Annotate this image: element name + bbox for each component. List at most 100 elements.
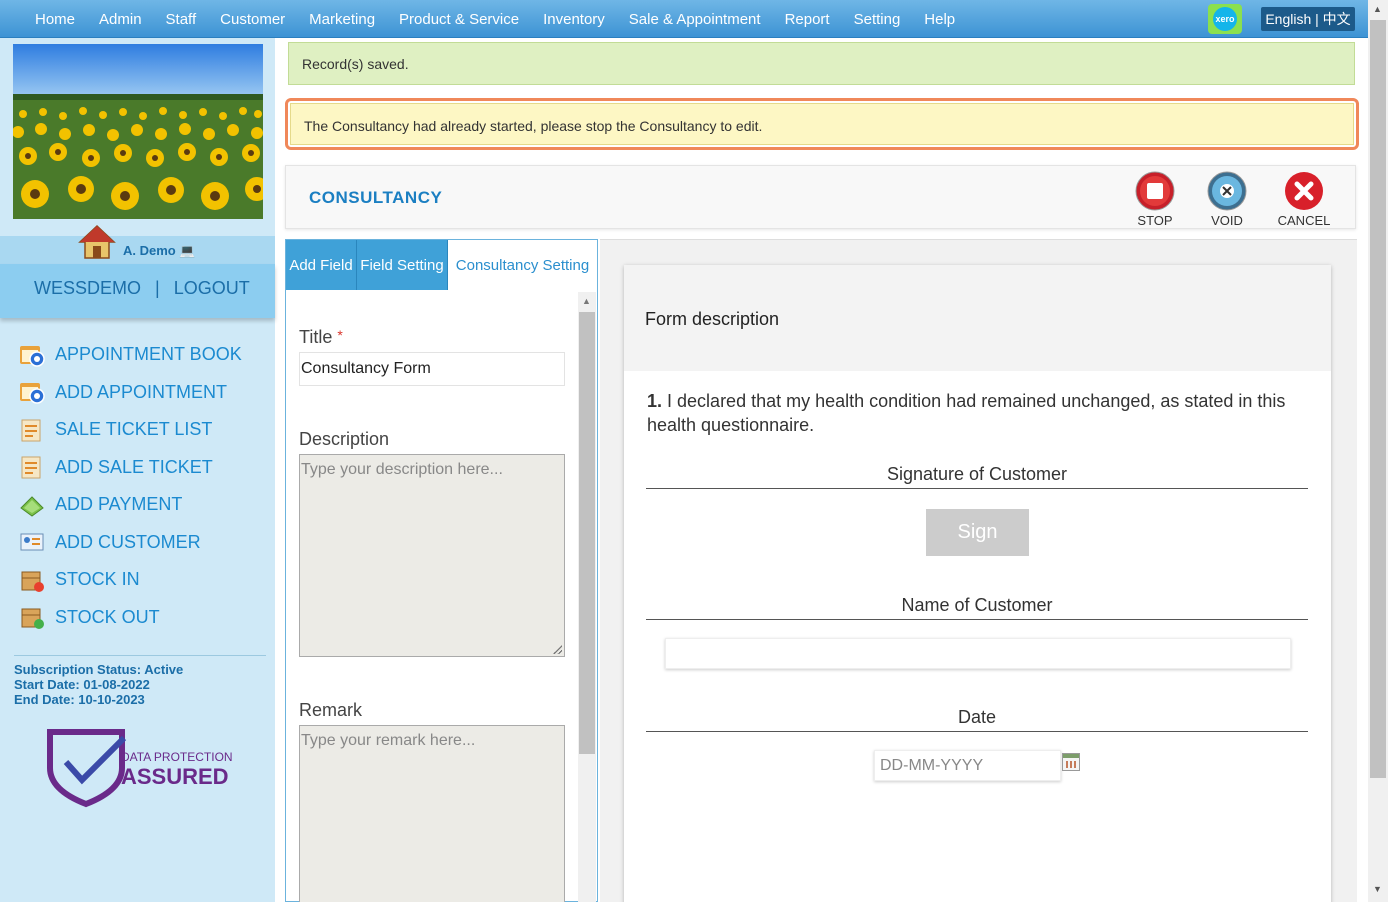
- name-section-title: Name of Customer: [646, 595, 1308, 620]
- remark-textarea[interactable]: Type your remark here...: [299, 725, 565, 902]
- question-number: 1.: [647, 391, 663, 411]
- badge-line1: DATA PROTECTION: [121, 750, 233, 764]
- add-ticket-icon: [18, 454, 46, 480]
- separator: |: [155, 278, 160, 298]
- scroll-down-icon[interactable]: ▼: [1373, 884, 1382, 894]
- ticket-list-icon: [18, 417, 46, 443]
- nav-setting[interactable]: Setting: [842, 11, 913, 28]
- nav-product-service[interactable]: Product & Service: [387, 11, 531, 28]
- laptop-icon: 💻: [175, 243, 196, 258]
- form-description-header: Form description: [624, 265, 1331, 371]
- sidebar-item-label: SALE TICKET LIST: [55, 419, 213, 440]
- void-label: VOID: [1211, 213, 1243, 228]
- scrollbar-thumb[interactable]: [1370, 20, 1386, 778]
- scrollbar-thumb[interactable]: [579, 312, 595, 754]
- warning-alert-text: The Consultancy had already started, ple…: [290, 103, 1354, 145]
- description-placeholder: Type your description here...: [301, 461, 503, 478]
- nav-customer[interactable]: Customer: [208, 11, 297, 28]
- date-input[interactable]: DD-MM-YYYY: [874, 750, 1061, 781]
- form-preview-card: Form description 1. I declared that my h…: [624, 265, 1331, 902]
- subscription-status: Subscription Status: Active: [14, 662, 184, 677]
- sidebar-item-label: STOCK IN: [55, 569, 140, 590]
- sidebar-item-add-customer[interactable]: ADD CUSTOMER: [18, 524, 242, 562]
- calendar-icon[interactable]: [1062, 753, 1080, 771]
- sidebar-item-appointment-book[interactable]: APPOINTMENT BOOK: [18, 336, 242, 374]
- language-switch[interactable]: English | 中文: [1261, 7, 1355, 31]
- remark-placeholder: Type your remark here...: [301, 732, 476, 749]
- main-menu: Home Admin Staff Customer Marketing Prod…: [23, 0, 967, 38]
- payment-icon: [18, 492, 46, 518]
- sidebar-item-label: ADD APPOINTMENT: [55, 381, 228, 402]
- sidebar-item-label: APPOINTMENT BOOK: [55, 344, 242, 365]
- add-appointment-icon: [18, 379, 46, 405]
- stop-button[interactable]: STOP: [1125, 171, 1185, 228]
- sidebar-item-add-payment[interactable]: ADD PAYMENT: [18, 486, 242, 524]
- void-button[interactable]: VOID: [1197, 171, 1257, 228]
- account-link[interactable]: WESSDEMO: [34, 278, 141, 298]
- nav-marketing[interactable]: Marketing: [297, 11, 387, 28]
- stop-label: STOP: [1137, 213, 1173, 228]
- customer-name-input[interactable]: [665, 638, 1291, 669]
- tab-add-field[interactable]: Add Field: [286, 240, 357, 290]
- nav-admin[interactable]: Admin: [87, 11, 154, 28]
- sidebar-item-add-appointment[interactable]: ADD APPOINTMENT: [18, 374, 242, 412]
- sidebar-item-sale-ticket-list[interactable]: SALE TICKET LIST: [18, 411, 242, 449]
- title-input[interactable]: Consultancy Form: [299, 352, 565, 386]
- nav-report[interactable]: Report: [773, 11, 842, 28]
- settings-scrollbar[interactable]: ▲: [578, 292, 596, 902]
- subscription-end: End Date: 10-10-2023: [14, 692, 145, 707]
- user-name: A. Demo 💻: [123, 243, 196, 258]
- signature-section-title: Signature of Customer: [646, 464, 1308, 489]
- title-label: Title *: [299, 327, 343, 347]
- tab-consultancy-setting[interactable]: Consultancy Setting: [448, 240, 597, 290]
- appointment-book-icon: [18, 342, 46, 368]
- page-scrollbar[interactable]: ▲ ▼: [1368, 0, 1388, 902]
- sidebar-item-add-sale-ticket[interactable]: ADD SALE TICKET: [18, 449, 242, 487]
- warning-alert: The Consultancy had already started, ple…: [285, 98, 1359, 150]
- nav-inventory[interactable]: Inventory: [531, 11, 617, 28]
- stop-icon: [1135, 171, 1175, 211]
- top-navigation-bar: Home Admin Staff Customer Marketing Prod…: [0, 0, 1368, 38]
- stock-in-icon: [18, 567, 46, 593]
- page-title: CONSULTANCY: [309, 188, 443, 207]
- sidebar: A. Demo 💻 WESSDEMO | LOGOUT APPOINTMENT …: [0, 38, 275, 902]
- tab-field-setting[interactable]: Field Setting: [357, 240, 448, 290]
- consultancy-header: CONSULTANCY STOP VOID CANCEL: [285, 165, 1356, 229]
- scroll-up-icon[interactable]: ▲: [582, 296, 591, 306]
- data-protection-badge: DATA PROTECTION ASSURED: [46, 728, 236, 808]
- form-description: Form description: [645, 309, 780, 329]
- required-mark: *: [337, 327, 343, 343]
- date-section-title: Date: [646, 707, 1308, 732]
- subscription-start: Start Date: 01-08-2022: [14, 677, 150, 692]
- xero-button[interactable]: xero: [1208, 4, 1242, 34]
- description-textarea[interactable]: Type your description here...: [299, 454, 565, 657]
- sidebar-item-label: ADD SALE TICKET: [55, 456, 213, 477]
- cancel-button[interactable]: CANCEL: [1274, 171, 1334, 228]
- add-customer-icon: [18, 529, 46, 555]
- settings-panel: Add Field Field Setting Consultancy Sett…: [285, 239, 598, 902]
- nav-home[interactable]: Home: [23, 11, 87, 28]
- nav-sale-appointment[interactable]: Sale & Appointment: [617, 11, 773, 28]
- cancel-icon: [1284, 171, 1324, 211]
- settings-tabs: Add Field Field Setting Consultancy Sett…: [286, 240, 597, 290]
- sidebar-item-label: ADD CUSTOMER: [55, 531, 201, 552]
- stock-out-icon: [18, 604, 46, 630]
- resize-handle-icon[interactable]: [553, 645, 562, 654]
- nav-staff[interactable]: Staff: [154, 11, 209, 28]
- nav-help[interactable]: Help: [912, 11, 967, 28]
- scroll-up-icon[interactable]: ▲: [1373, 4, 1382, 14]
- sunflower-banner-image: [13, 44, 263, 219]
- cancel-label: CANCEL: [1277, 213, 1331, 228]
- badge-line2: ASSURED: [121, 764, 229, 789]
- sidebar-item-label: ADD PAYMENT: [55, 494, 183, 515]
- account-box: WESSDEMO | LOGOUT: [0, 264, 275, 318]
- sidebar-item-label: STOCK OUT: [55, 606, 160, 627]
- xero-logo-icon: xero: [1213, 7, 1237, 31]
- logout-link[interactable]: LOGOUT: [174, 278, 250, 298]
- sidebar-item-stock-in[interactable]: STOCK IN: [18, 561, 242, 599]
- success-alert: Record(s) saved.: [288, 42, 1355, 85]
- sidebar-item-stock-out[interactable]: STOCK OUT: [18, 599, 242, 637]
- home-icon[interactable]: [78, 224, 116, 260]
- remark-label: Remark: [299, 700, 363, 720]
- sign-button[interactable]: Sign: [926, 509, 1029, 556]
